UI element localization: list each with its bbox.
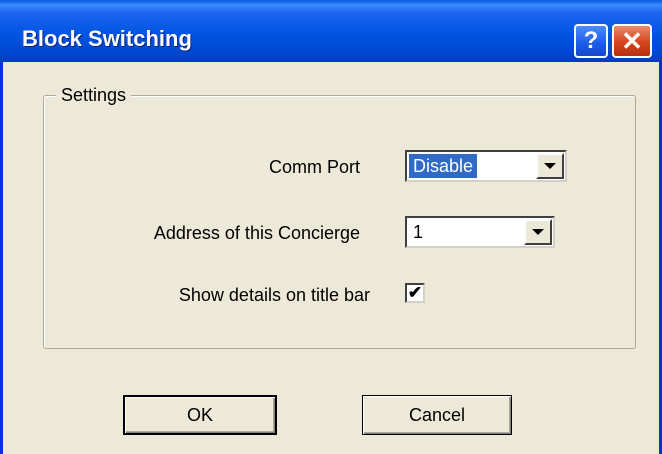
- help-button[interactable]: ?: [574, 24, 608, 58]
- dropdown-arrow-icon: [544, 163, 556, 169]
- ok-button-label: OK: [186, 404, 213, 425]
- ok-button[interactable]: OK: [123, 395, 277, 435]
- settings-group-label: Settings: [56, 85, 132, 106]
- cancel-button-label: Cancel: [408, 404, 466, 425]
- address-value: 1: [413, 222, 424, 242]
- show-details-checkbox[interactable]: ✔: [405, 283, 425, 303]
- address-dropdown-button[interactable]: [524, 219, 552, 245]
- checkmark-icon: ✔: [407, 283, 423, 302]
- comm-port-value: Disable: [407, 153, 479, 179]
- show-details-label: Show details on title bar: [178, 285, 370, 305]
- title-bar[interactable]: Block Switching ? ✕: [0, 0, 662, 62]
- address-select[interactable]: 1: [405, 216, 555, 248]
- close-icon: ✕: [621, 25, 643, 56]
- close-button[interactable]: ✕: [612, 24, 652, 58]
- comm-port-label: Comm Port: [268, 157, 360, 177]
- dropdown-arrow-icon: [532, 229, 544, 235]
- address-label: Address of this Concierge: [153, 223, 360, 243]
- cancel-button[interactable]: Cancel: [362, 395, 512, 435]
- help-icon: ?: [583, 27, 599, 54]
- comm-port-dropdown-button[interactable]: [536, 153, 564, 179]
- comm-port-select[interactable]: Disable: [405, 150, 567, 182]
- window-title: Block Switching: [22, 26, 192, 51]
